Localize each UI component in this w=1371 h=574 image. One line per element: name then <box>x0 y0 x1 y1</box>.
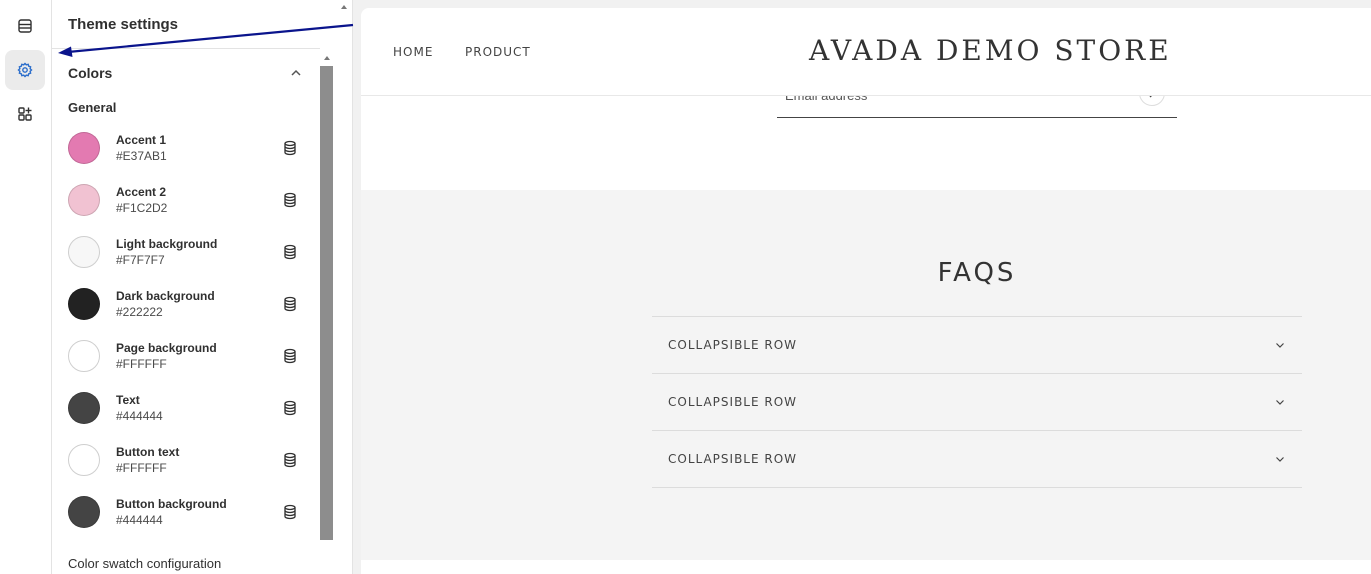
color-setting-row[interactable]: Button background #444444 <box>68 492 304 532</box>
color-swatch[interactable] <box>68 340 100 372</box>
color-swatch[interactable] <box>68 288 100 320</box>
color-hex: #F7F7F7 <box>116 253 165 267</box>
database-icon[interactable] <box>283 400 297 416</box>
color-hex: #444444 <box>116 409 163 423</box>
nav-home[interactable]: HOME <box>393 45 433 59</box>
faq-list: COLLAPSIBLE ROW COLLAPSIBLE ROW COLLAPSIBL… <box>652 316 1302 488</box>
color-hex: #E37AB1 <box>116 149 167 163</box>
icon-rail <box>0 0 52 574</box>
color-name: Light background <box>116 237 218 251</box>
color-hex: #444444 <box>116 513 163 527</box>
database-icon[interactable] <box>283 296 297 312</box>
theme-settings-button[interactable] <box>5 50 45 90</box>
faq-collapsible-row[interactable]: COLLAPSIBLE ROW <box>652 431 1302 488</box>
color-swatch[interactable] <box>68 184 100 216</box>
color-name: Dark background <box>116 289 215 303</box>
colors-section-title[interactable]: Colors <box>68 65 112 81</box>
color-swatch[interactable] <box>68 392 100 424</box>
faq-row-label: COLLAPSIBLE ROW <box>668 452 798 466</box>
panel-title: Theme settings <box>68 16 179 33</box>
faq-title: FAQS <box>937 258 1017 288</box>
sections-icon <box>18 19 32 33</box>
database-icon[interactable] <box>283 452 297 468</box>
color-swatch[interactable] <box>68 496 100 528</box>
nav-product[interactable]: PRODUCT <box>465 45 531 59</box>
database-icon[interactable] <box>283 504 297 520</box>
panel-scrollbar[interactable] <box>320 52 334 540</box>
color-name: Button background <box>116 497 227 511</box>
scroll-up-arrow[interactable] <box>341 5 347 9</box>
database-icon[interactable] <box>283 244 297 260</box>
divider <box>52 48 320 49</box>
color-swatch-configuration-label[interactable]: Color swatch configuration <box>68 556 221 571</box>
sections-button[interactable] <box>5 6 45 46</box>
color-name: Page background <box>116 341 217 355</box>
color-hex: #FFFFFF <box>116 357 167 371</box>
chevron-down-icon <box>1276 400 1284 405</box>
faq-row-label: COLLAPSIBLE ROW <box>668 395 798 409</box>
color-name: Button text <box>116 445 180 459</box>
color-setting-row[interactable]: Accent 2 #F1C2D2 <box>68 180 304 220</box>
color-hex: #F1C2D2 <box>116 201 168 215</box>
color-swatch[interactable] <box>68 236 100 268</box>
store-header: HOME PRODUCT AVADA DEMO STORE <box>361 8 1371 96</box>
color-setting-row[interactable]: Light background #F7F7F7 <box>68 232 304 272</box>
faq-collapsible-row[interactable]: COLLAPSIBLE ROW <box>652 374 1302 431</box>
apps-icon <box>18 107 32 121</box>
chevron-down-icon <box>1276 343 1284 348</box>
color-name: Text <box>116 393 140 407</box>
faq-collapsible-row[interactable]: COLLAPSIBLE ROW <box>652 317 1302 374</box>
color-hex: #FFFFFF <box>116 461 167 475</box>
database-icon[interactable] <box>283 348 297 364</box>
apps-button[interactable] <box>5 94 45 134</box>
color-swatch[interactable] <box>68 444 100 476</box>
color-setting-row[interactable]: Accent 1 #E37AB1 <box>68 128 304 168</box>
store-logo[interactable]: AVADA DEMO STORE <box>809 34 1172 67</box>
chevron-down-icon <box>1276 457 1284 462</box>
gear-icon <box>17 62 33 78</box>
settings-panel: Theme settings Colors General Accent 1 #E… <box>52 0 353 574</box>
theme-editor: Theme settings Colors General Accent 1 #E… <box>0 0 1371 574</box>
color-setting-row[interactable]: Text #444444 <box>68 388 304 428</box>
color-name: Accent 2 <box>116 185 167 199</box>
color-setting-row[interactable]: Page background #FFFFFF <box>68 336 304 376</box>
color-swatch[interactable] <box>68 132 100 164</box>
faq-row-label: COLLAPSIBLE ROW <box>668 338 798 352</box>
group-label-general: General <box>68 100 117 115</box>
database-icon[interactable] <box>283 192 297 208</box>
store-preview: Email address HOME PRODUCT AVADA DEMO ST… <box>361 8 1371 574</box>
scroll-up-arrow[interactable] <box>324 56 330 60</box>
color-setting-row[interactable]: Dark background #222222 <box>68 284 304 324</box>
chevron-up-icon[interactable] <box>289 66 303 80</box>
color-hex: #222222 <box>116 305 163 319</box>
color-setting-row[interactable]: Button text #FFFFFF <box>68 440 304 480</box>
color-name: Accent 1 <box>116 133 167 147</box>
database-icon[interactable] <box>283 140 297 156</box>
faq-section: FAQS COLLAPSIBLE ROW COLLAPSIBLE ROW COLLA… <box>361 190 1371 560</box>
scrollbar-thumb[interactable] <box>320 66 333 540</box>
